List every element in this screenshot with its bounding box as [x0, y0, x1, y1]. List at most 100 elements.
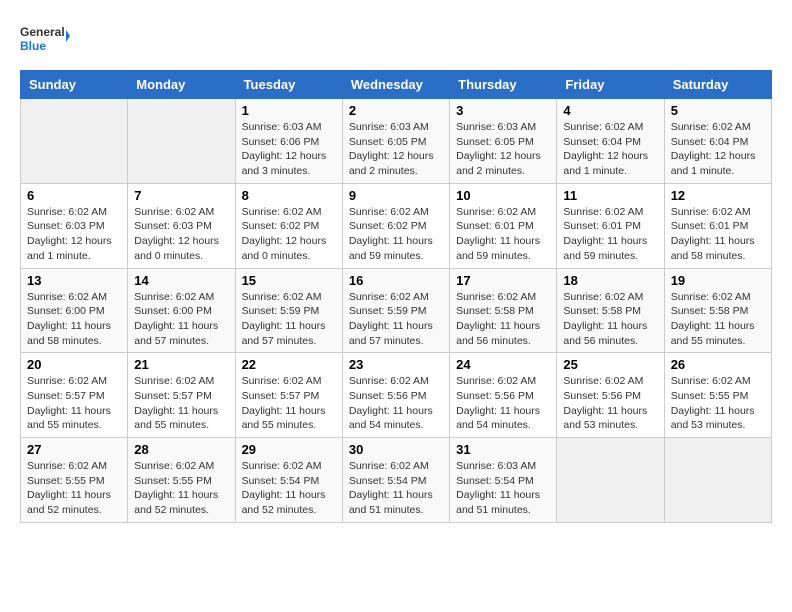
day-number: 17 [456, 273, 550, 288]
day-info: Sunrise: 6:02 AMSunset: 5:54 PMDaylight:… [242, 459, 336, 518]
day-info: Sunrise: 6:03 AMSunset: 6:05 PMDaylight:… [456, 120, 550, 179]
day-cell-22: 22 Sunrise: 6:02 AMSunset: 5:57 PMDayligh… [235, 353, 342, 438]
day-info: Sunrise: 6:02 AMSunset: 5:57 PMDaylight:… [242, 374, 336, 433]
day-number: 10 [456, 188, 550, 203]
day-number: 5 [671, 103, 765, 118]
day-number: 29 [242, 442, 336, 457]
day-info: Sunrise: 6:02 AMSunset: 5:54 PMDaylight:… [349, 459, 443, 518]
day-number: 25 [563, 357, 657, 372]
day-info: Sunrise: 6:02 AMSunset: 5:59 PMDaylight:… [349, 290, 443, 349]
day-cell-3: 3 Sunrise: 6:03 AMSunset: 6:05 PMDaylight… [450, 99, 557, 184]
day-cell-17: 17 Sunrise: 6:02 AMSunset: 5:58 PMDayligh… [450, 268, 557, 353]
day-cell-5: 5 Sunrise: 6:02 AMSunset: 6:04 PMDaylight… [664, 99, 771, 184]
logo: General Blue [20, 20, 70, 60]
day-number: 18 [563, 273, 657, 288]
weekday-header-row: SundayMondayTuesdayWednesdayThursdayFrid… [21, 71, 772, 99]
day-number: 3 [456, 103, 550, 118]
day-cell-26: 26 Sunrise: 6:02 AMSunset: 5:55 PMDayligh… [664, 353, 771, 438]
empty-cell [128, 99, 235, 184]
day-cell-13: 13 Sunrise: 6:02 AMSunset: 6:00 PMDayligh… [21, 268, 128, 353]
day-cell-18: 18Sunrise: 6:02 AMSunset: 5:58 PMDayligh… [557, 268, 664, 353]
day-number: 2 [349, 103, 443, 118]
day-number: 6 [27, 188, 121, 203]
header: General Blue [20, 20, 772, 60]
weekday-header-friday: Friday [557, 71, 664, 99]
weekday-header-saturday: Saturday [664, 71, 771, 99]
day-info: Sunrise: 6:02 AMSunset: 5:57 PMDaylight:… [27, 374, 121, 433]
day-info: Sunrise: 6:02 AMSunset: 5:55 PMDaylight:… [27, 459, 121, 518]
day-cell-4: 4Sunrise: 6:02 AMSunset: 6:04 PMDaylight… [557, 99, 664, 184]
day-info: Sunrise: 6:02 AMSunset: 5:55 PMDaylight:… [671, 374, 765, 433]
day-number: 11 [563, 188, 657, 203]
day-info: Sunrise: 6:02 AMSunset: 5:56 PMDaylight:… [563, 374, 657, 433]
day-info: Sunrise: 6:02 AMSunset: 6:00 PMDaylight:… [27, 290, 121, 349]
day-cell-27: 27 Sunrise: 6:02 AMSunset: 5:55 PMDayligh… [21, 438, 128, 523]
day-cell-10: 10 Sunrise: 6:02 AMSunset: 6:01 PMDayligh… [450, 183, 557, 268]
day-number: 24 [456, 357, 550, 372]
weekday-header-sunday: Sunday [21, 71, 128, 99]
week-row-3: 13 Sunrise: 6:02 AMSunset: 6:00 PMDayligh… [21, 268, 772, 353]
day-cell-11: 11 Sunrise: 6:02 AMSunset: 6:01 PMDayligh… [557, 183, 664, 268]
weekday-header-tuesday: Tuesday [235, 71, 342, 99]
day-info: Sunrise: 6:03 AMSunset: 5:54 PMDaylight:… [456, 459, 550, 518]
empty-cell [557, 438, 664, 523]
day-info: Sunrise: 6:02 AMSunset: 5:58 PMDaylight:… [671, 290, 765, 349]
day-info: Sunrise: 6:02 AMSunset: 6:01 PMDaylight:… [456, 205, 550, 264]
day-info: Sunrise: 6:02 AMSunset: 6:01 PMDaylight:… [563, 205, 657, 264]
day-cell-28: 28Sunrise: 6:02 AMSunset: 5:55 PMDayligh… [128, 438, 235, 523]
day-info: Sunrise: 6:02 AMSunset: 5:57 PMDaylight:… [134, 374, 228, 433]
day-number: 7 [134, 188, 228, 203]
weekday-header-thursday: Thursday [450, 71, 557, 99]
day-info: Sunrise: 6:02 AMSunset: 6:01 PMDaylight:… [671, 205, 765, 264]
day-cell-7: 7Sunrise: 6:02 AMSunset: 6:03 PMDaylight… [128, 183, 235, 268]
day-number: 9 [349, 188, 443, 203]
day-cell-29: 29 Sunrise: 6:02 AMSunset: 5:54 PMDayligh… [235, 438, 342, 523]
day-number: 4 [563, 103, 657, 118]
day-number: 21 [134, 357, 228, 372]
day-cell-20: 20 Sunrise: 6:02 AMSunset: 5:57 PMDayligh… [21, 353, 128, 438]
day-number: 30 [349, 442, 443, 457]
day-info: Sunrise: 6:02 AMSunset: 6:03 PMDaylight:… [27, 205, 121, 264]
day-info: Sunrise: 6:03 AMSunset: 6:06 PMDaylight:… [242, 120, 336, 179]
day-number: 31 [456, 442, 550, 457]
day-number: 8 [242, 188, 336, 203]
day-cell-8: 8 Sunrise: 6:02 AMSunset: 6:02 PMDaylight… [235, 183, 342, 268]
day-cell-16: 16Sunrise: 6:02 AMSunset: 5:59 PMDayligh… [342, 268, 449, 353]
day-cell-1: 1 Sunrise: 6:03 AMSunset: 6:06 PMDaylight… [235, 99, 342, 184]
day-cell-9: 9 Sunrise: 6:02 AMSunset: 6:02 PMDaylight… [342, 183, 449, 268]
day-info: Sunrise: 6:02 AMSunset: 5:55 PMDaylight:… [134, 459, 228, 518]
day-cell-23: 23Sunrise: 6:02 AMSunset: 5:56 PMDayligh… [342, 353, 449, 438]
day-info: Sunrise: 6:02 AMSunset: 5:56 PMDaylight:… [349, 374, 443, 433]
day-info: Sunrise: 6:02 AMSunset: 6:04 PMDaylight:… [671, 120, 765, 179]
day-cell-19: 19Sunrise: 6:02 AMSunset: 5:58 PMDayligh… [664, 268, 771, 353]
empty-cell [21, 99, 128, 184]
day-cell-15: 15 Sunrise: 6:02 AMSunset: 5:59 PMDayligh… [235, 268, 342, 353]
day-number: 26 [671, 357, 765, 372]
weekday-header-monday: Monday [128, 71, 235, 99]
empty-cell [664, 438, 771, 523]
calendar-table: SundayMondayTuesdayWednesdayThursdayFrid… [20, 70, 772, 523]
day-info: Sunrise: 6:02 AMSunset: 5:56 PMDaylight:… [456, 374, 550, 433]
day-number: 14 [134, 273, 228, 288]
day-number: 15 [242, 273, 336, 288]
day-cell-24: 24 Sunrise: 6:02 AMSunset: 5:56 PMDayligh… [450, 353, 557, 438]
day-cell-6: 6 Sunrise: 6:02 AMSunset: 6:03 PMDaylight… [21, 183, 128, 268]
day-number: 1 [242, 103, 336, 118]
day-number: 13 [27, 273, 121, 288]
day-number: 20 [27, 357, 121, 372]
day-cell-2: 2Sunrise: 6:03 AMSunset: 6:05 PMDaylight… [342, 99, 449, 184]
week-row-5: 27 Sunrise: 6:02 AMSunset: 5:55 PMDayligh… [21, 438, 772, 523]
day-info: Sunrise: 6:02 AMSunset: 6:02 PMDaylight:… [349, 205, 443, 264]
day-info: Sunrise: 6:02 AMSunset: 5:59 PMDaylight:… [242, 290, 336, 349]
day-cell-25: 25 Sunrise: 6:02 AMSunset: 5:56 PMDayligh… [557, 353, 664, 438]
day-number: 22 [242, 357, 336, 372]
svg-text:General: General [20, 25, 65, 39]
weekday-header-wednesday: Wednesday [342, 71, 449, 99]
day-number: 27 [27, 442, 121, 457]
day-info: Sunrise: 6:02 AMSunset: 5:58 PMDaylight:… [456, 290, 550, 349]
day-cell-21: 21 Sunrise: 6:02 AMSunset: 5:57 PMDayligh… [128, 353, 235, 438]
day-info: Sunrise: 6:02 AMSunset: 6:00 PMDaylight:… [134, 290, 228, 349]
logo-svg: General Blue [20, 20, 70, 60]
day-info: Sunrise: 6:02 AMSunset: 6:02 PMDaylight:… [242, 205, 336, 264]
day-cell-30: 30 Sunrise: 6:02 AMSunset: 5:54 PMDayligh… [342, 438, 449, 523]
